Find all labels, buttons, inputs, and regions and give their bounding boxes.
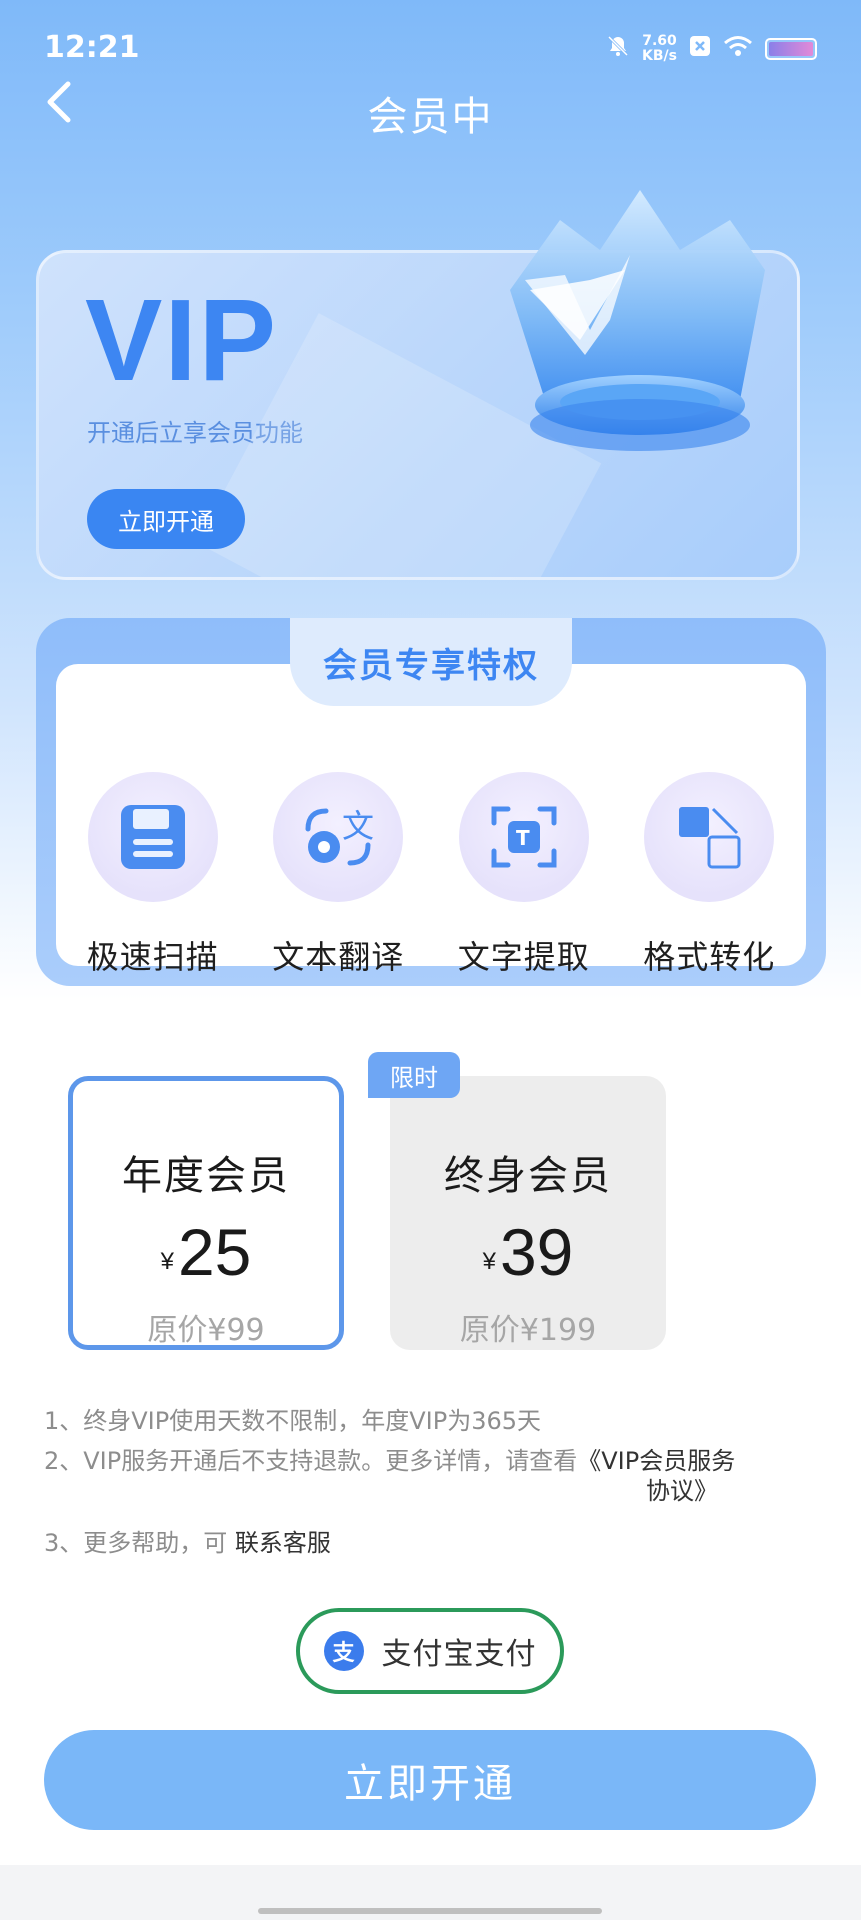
vip-open-button[interactable]: 立即开通: [87, 489, 245, 549]
alipay-payment-option[interactable]: 支 支付宝支付: [296, 1608, 564, 1694]
plan-price-value: 39: [499, 1215, 574, 1289]
translate-icon: 文: [305, 807, 374, 866]
privilege-label: 文本翻译: [272, 938, 405, 976]
plan-annual[interactable]: 年度会员 ¥25 原价¥99: [68, 1076, 344, 1350]
privileges-panel: 极速扫描 文 文本翻译 T 文字提取 格式转化 会员专享特权: [36, 618, 826, 986]
close-box-icon: [689, 35, 711, 63]
mute-bell-icon: [606, 34, 630, 64]
format-convert-icon: [679, 807, 741, 869]
currency-symbol: ¥: [160, 1248, 174, 1275]
svg-text:T: T: [516, 826, 530, 850]
notes: 1、终身VIP使用天数不限制，年度VIP为365天 2、VIP服务开通后不支持退…: [44, 1404, 824, 1566]
service-agreement-link[interactable]: 《VIP会员服务: [577, 1447, 735, 1475]
plan-price-value: 25: [177, 1215, 252, 1289]
battery-icon: [765, 38, 817, 60]
floppy-disk-icon: [120, 805, 185, 869]
note-line-3: 3、更多帮助，可 联系客服: [44, 1526, 824, 1560]
plan-price: ¥25: [73, 1219, 339, 1295]
net-speed: 7.60 KB/s: [642, 34, 677, 64]
privilege-fast-scan[interactable]: 极速扫描: [68, 772, 238, 978]
service-agreement-link-tail[interactable]: 协议》: [646, 1474, 718, 1508]
privileges-inner: 极速扫描 文 文本翻译 T 文字提取 格式转化: [56, 664, 806, 976]
status-time: 12:21: [44, 30, 140, 65]
privilege-label: 格式转化: [643, 938, 776, 976]
home-indicator: [258, 1908, 602, 1914]
privileges-tab: 会员专享特权: [290, 618, 572, 706]
plan-original-price: 原价¥99: [147, 1313, 265, 1348]
vip-title: VIP: [85, 275, 278, 405]
privilege-label: 极速扫描: [86, 938, 219, 976]
page-title: 会员中: [367, 94, 494, 140]
note-line-1: 1、终身VIP使用天数不限制，年度VIP为365天: [44, 1407, 542, 1435]
note-line-2-text: 2、VIP服务开通后不支持退款。更多详情，请查看: [44, 1447, 578, 1475]
battery-level: [769, 42, 813, 56]
activate-now-button[interactable]: 立即开通: [44, 1730, 816, 1830]
wifi-icon: [723, 35, 753, 63]
plan-lifetime[interactable]: 终身会员 ¥39 原价¥199: [390, 1076, 666, 1350]
status-icons: 7.60 KB/s: [606, 34, 817, 64]
privilege-text-extract[interactable]: T 文字提取: [439, 772, 609, 978]
plan-price: ¥39: [390, 1219, 666, 1295]
note-line-3-text: 3、更多帮助，可: [44, 1529, 228, 1557]
note-line-2: 2、VIP服务开通后不支持退款。更多详情，请查看《VIP会员服务 协议》: [44, 1444, 824, 1520]
crown-icon: [510, 190, 765, 451]
privileges-list: 极速扫描 文 文本翻译 T 文字提取 格式转化: [56, 772, 806, 978]
plan-name: 年度会员: [122, 1153, 290, 1199]
vip-subtitle: 开通后立享会员功能: [87, 419, 303, 447]
plan-name: 终身会员: [444, 1153, 612, 1199]
svg-text:文: 文: [342, 807, 374, 845]
privilege-format-convert[interactable]: 格式转化: [624, 772, 794, 978]
privilege-label: 文字提取: [457, 938, 590, 976]
plan-original-price: 原价¥199: [459, 1313, 597, 1348]
limited-time-badge: 限时: [368, 1052, 460, 1098]
privileges-title: 会员专享特权: [323, 645, 539, 686]
text-extract-icon: T: [491, 806, 557, 868]
contact-support-link[interactable]: 联系客服: [235, 1529, 331, 1557]
currency-symbol: ¥: [482, 1248, 496, 1275]
net-speed-value: 7.60: [642, 33, 677, 49]
alipay-icon: 支: [323, 1631, 364, 1671]
privilege-text-translate[interactable]: 文 文本翻译: [253, 772, 423, 978]
payment-label: 支付宝支付: [381, 1637, 537, 1672]
net-speed-unit: KB/s: [642, 48, 677, 64]
